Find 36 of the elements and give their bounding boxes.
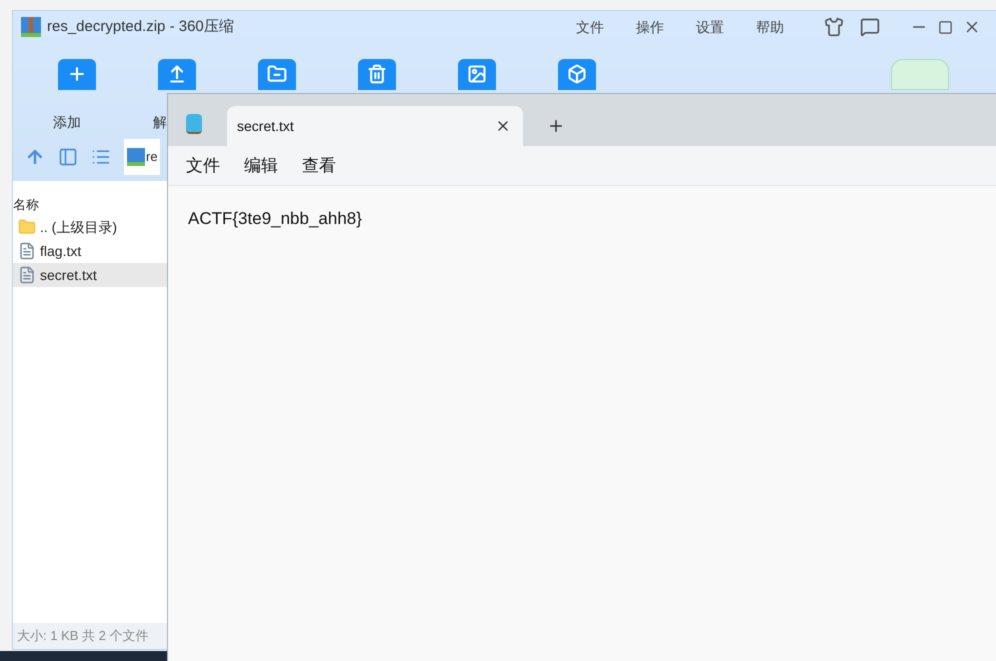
file-row[interactable]: secret.txt	[13, 263, 167, 287]
archive-file-icon	[127, 148, 145, 166]
message-icon[interactable]	[860, 17, 880, 38]
folder-add-icon[interactable]	[58, 58, 96, 90]
new-tab-icon[interactable]	[547, 117, 565, 135]
file-row[interactable]: .. (上级目录)	[13, 215, 167, 239]
text-file-icon	[18, 266, 36, 284]
skin-icon[interactable]	[824, 17, 844, 38]
archive-app-icon	[21, 17, 41, 38]
notepad-app-icon	[186, 114, 202, 134]
document-text: ACTF{3te9_nbb_ahh8}	[188, 209, 362, 228]
maximize-icon[interactable]	[938, 20, 953, 35]
menu-item[interactable]: 编辑	[232, 152, 290, 178]
menu-item[interactable]: 帮助	[740, 16, 800, 38]
path-field[interactable]: re	[124, 138, 160, 175]
security-badge-icon	[891, 58, 949, 90]
status-text: 大小: 1 KB 共 2 个文件	[17, 627, 148, 646]
image-file-icon[interactable]	[458, 58, 496, 90]
column-header: 名称	[13, 196, 40, 214]
menu-item[interactable]: 查看	[290, 152, 348, 178]
folder-icon	[18, 218, 36, 236]
toolbar-label: 添加	[53, 112, 81, 132]
panel-view-icon[interactable]	[58, 146, 78, 167]
window-title: res_decrypted.zip - 360压缩	[47, 17, 234, 38]
menu-item[interactable]: 操作	[620, 16, 680, 38]
menu-item[interactable]: 文件	[560, 16, 620, 38]
file-row[interactable]: flag.txt	[13, 239, 167, 263]
menu-item[interactable]: 设置	[680, 16, 740, 38]
text-file-icon	[18, 242, 36, 260]
menu-item[interactable]: 文件	[174, 152, 232, 178]
folder-minus-icon[interactable]	[258, 58, 296, 90]
document-tab[interactable]: secret.txt	[227, 106, 523, 146]
cube-icon[interactable]	[558, 58, 596, 90]
toolbar-label: 解	[153, 112, 167, 132]
trash-icon[interactable]	[358, 58, 396, 90]
folder-upload-icon[interactable]	[158, 58, 196, 90]
